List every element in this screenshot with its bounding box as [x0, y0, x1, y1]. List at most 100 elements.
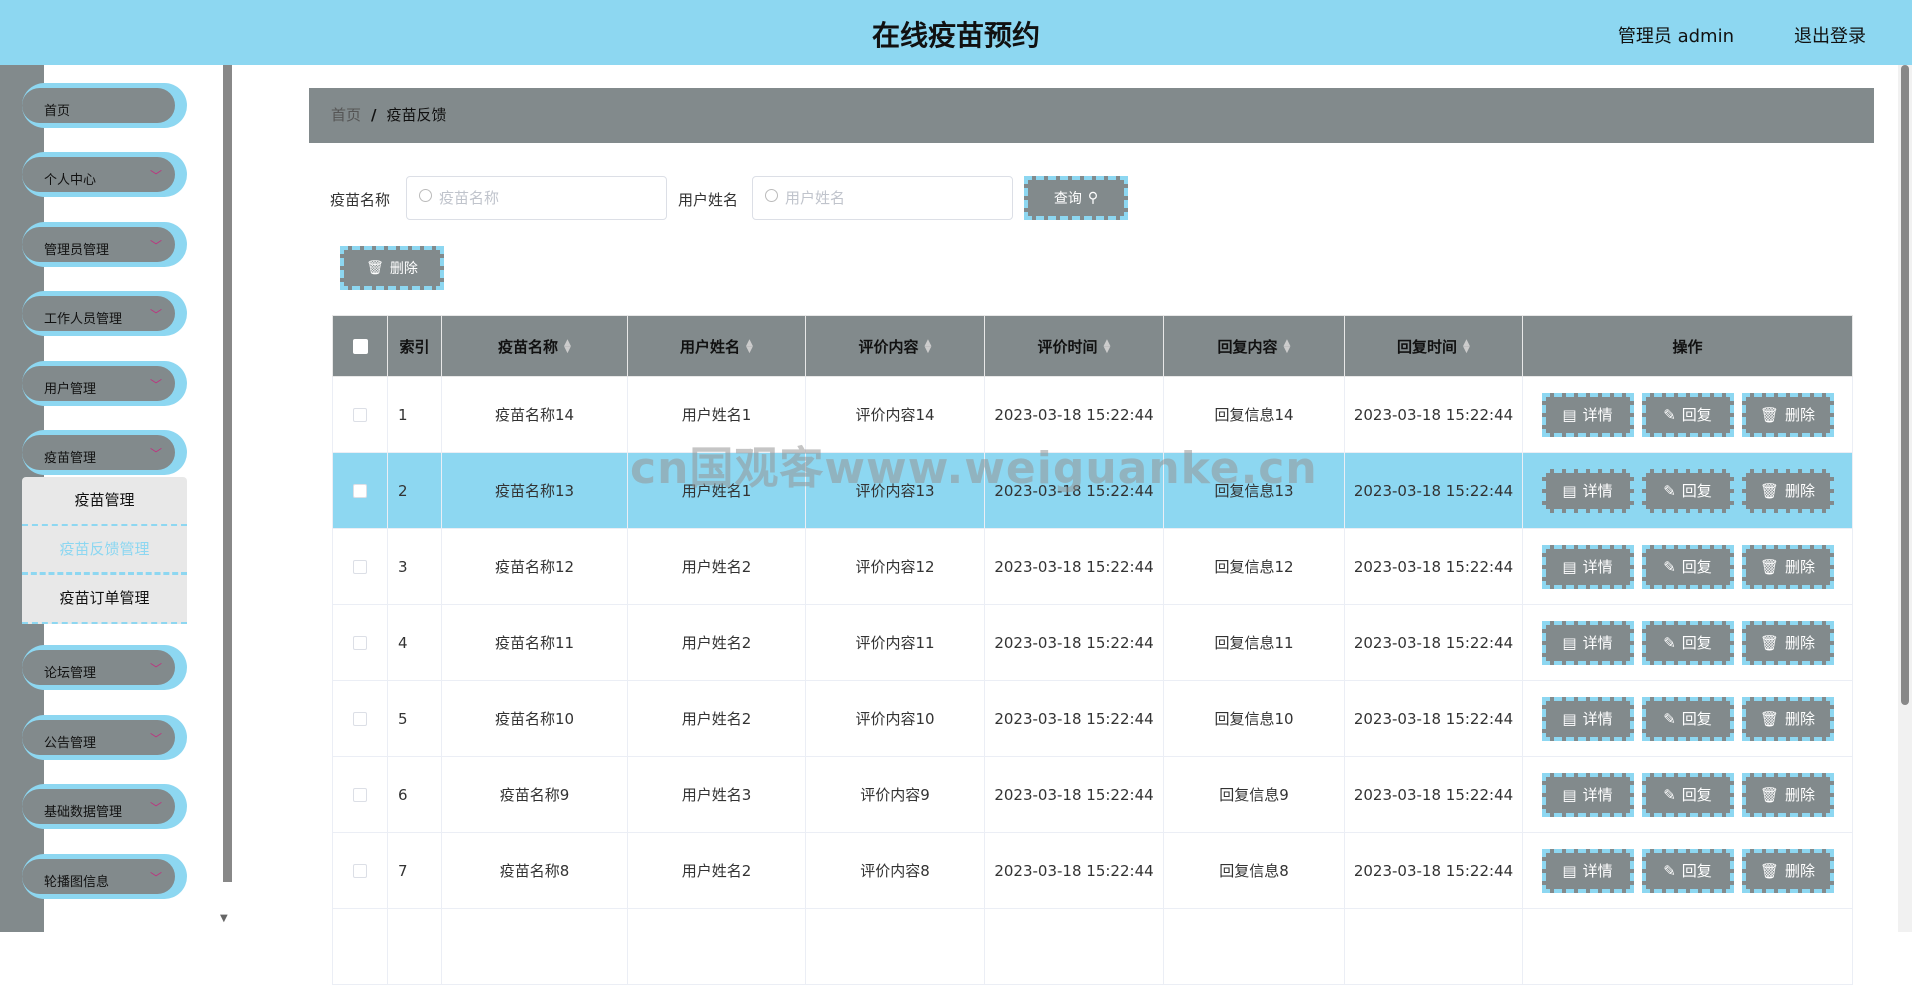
reply-button[interactable]: ✎回复: [1642, 773, 1734, 817]
detail-button[interactable]: ▤详情: [1542, 393, 1634, 437]
column-header[interactable]: 索引: [388, 316, 442, 377]
reply-button[interactable]: ✎回复: [1642, 849, 1734, 893]
row-checkbox[interactable]: [353, 408, 367, 422]
user-name-field[interactable]: [752, 176, 1013, 220]
query-button[interactable]: 查询⚲: [1024, 176, 1128, 220]
breadcrumb-current: 疫苗反馈: [387, 106, 447, 124]
sidebar-item[interactable]: 疫苗管理﹀: [22, 430, 187, 475]
breadcrumb-home[interactable]: 首页: [331, 106, 361, 124]
delete-button[interactable]: 🗑删除: [1742, 773, 1834, 817]
cell-review-time: 2023-03-18 15:22:44: [985, 681, 1164, 757]
table-row[interactable]: 7疫苗名称8用户姓名2评价内容82023-03-18 15:22:44回复信息8…: [333, 833, 1853, 909]
delete-button[interactable]: 🗑删除: [1742, 697, 1834, 741]
page-scrollbar[interactable]: [1898, 65, 1912, 932]
sidebar-item-body: 公告管理﹀: [22, 720, 175, 755]
submenu-item[interactable]: 疫苗反馈管理: [22, 526, 187, 575]
trash-icon: 🗑: [1760, 786, 1779, 804]
row-checkbox[interactable]: [353, 636, 367, 650]
table-row[interactable]: 3疫苗名称12用户姓名2评价内容122023-03-18 15:22:44回复信…: [333, 529, 1853, 605]
column-header[interactable]: 操作: [1523, 316, 1853, 377]
cell-review: 评价内容13: [806, 453, 985, 529]
reply-button[interactable]: ✎回复: [1642, 697, 1734, 741]
sidebar-item[interactable]: 论坛管理﹀: [22, 645, 187, 690]
sidebar-item[interactable]: 管理员管理﹀: [22, 222, 187, 267]
detail-button[interactable]: ▤详情: [1542, 849, 1634, 893]
sort-icon[interactable]: ▲▼: [1104, 340, 1111, 354]
reply-button[interactable]: ✎回复: [1642, 469, 1734, 513]
sort-icon[interactable]: ▲▼: [746, 340, 753, 354]
scrollbar-thumb[interactable]: [1901, 65, 1909, 705]
delete-button[interactable]: 🗑删除: [1742, 393, 1834, 437]
empty-cell: [1164, 909, 1345, 985]
sidebar-item[interactable]: 轮播图信息﹀: [22, 854, 187, 899]
delete-button[interactable]: 🗑删除: [1742, 545, 1834, 589]
column-header[interactable]: 评价内容▲▼: [806, 316, 985, 377]
column-header[interactable]: 疫苗名称▲▼: [442, 316, 628, 377]
detail-button[interactable]: ▤详情: [1542, 469, 1634, 513]
cell-reply: 回复信息8: [1164, 833, 1345, 909]
select-all-checkbox[interactable]: [353, 339, 368, 354]
column-header[interactable]: 评价时间▲▼: [985, 316, 1164, 377]
search-icon: [765, 189, 778, 202]
scroll-down-arrow-icon[interactable]: ▼: [220, 913, 228, 924]
sidebar-item[interactable]: 用户管理﹀: [22, 361, 187, 406]
sort-icon[interactable]: ▲▼: [925, 340, 932, 354]
document-icon: ▤: [1562, 558, 1576, 576]
detail-button[interactable]: ▤详情: [1542, 697, 1634, 741]
column-header[interactable]: 回复内容▲▼: [1164, 316, 1345, 377]
vaccine-name-field[interactable]: [406, 176, 667, 220]
column-header[interactable]: 用户姓名▲▼: [628, 316, 806, 377]
table-row[interactable]: 2疫苗名称13用户姓名1评价内容132023-03-18 15:22:44回复信…: [333, 453, 1853, 529]
user-name-input[interactable]: [785, 185, 1005, 211]
table-row[interactable]: 6疫苗名称9用户姓名3评价内容92023-03-18 15:22:44回复信息9…: [333, 757, 1853, 833]
detail-button[interactable]: ▤详情: [1542, 621, 1634, 665]
row-checkbox[interactable]: [353, 864, 367, 878]
sidebar-item[interactable]: 首页: [22, 83, 187, 128]
table-row[interactable]: 4疫苗名称11用户姓名2评价内容112023-03-18 15:22:44回复信…: [333, 605, 1853, 681]
sidebar-item-label: 疫苗管理: [44, 447, 96, 466]
delete-button[interactable]: 🗑删除: [1742, 469, 1834, 513]
column-header[interactable]: 回复时间▲▼: [1345, 316, 1523, 377]
sort-icon[interactable]: ▲▼: [564, 340, 571, 354]
search-icon: ⚲: [1088, 190, 1098, 206]
logout-link[interactable]: 退出登录: [1794, 22, 1866, 48]
row-checkbox[interactable]: [353, 560, 367, 574]
reply-button[interactable]: ✎回复: [1642, 621, 1734, 665]
trash-icon: 🗑: [1760, 406, 1779, 424]
submenu-item[interactable]: 疫苗订单管理: [22, 575, 187, 624]
detail-label: 详情: [1583, 404, 1613, 425]
sidebar-item[interactable]: 工作人员管理﹀: [22, 291, 187, 336]
row-checkbox[interactable]: [353, 484, 367, 498]
table-row[interactable]: [333, 909, 1853, 985]
delete-label: 删除: [1785, 708, 1815, 729]
submenu-item[interactable]: 疫苗管理: [22, 477, 187, 526]
delete-button[interactable]: 🗑删除: [1742, 849, 1834, 893]
row-actions: ▤ 详情 ✎回复🗑删除: [1523, 529, 1853, 605]
delete-button[interactable]: 🗑删除: [1742, 621, 1834, 665]
vaccine-name-input[interactable]: [439, 185, 659, 211]
feedback-table: 索引疫苗名称▲▼用户姓名▲▼评价内容▲▼评价时间▲▼回复内容▲▼回复时间▲▼操作…: [332, 315, 1853, 985]
row-checkbox[interactable]: [353, 712, 367, 726]
row-checkbox[interactable]: [353, 788, 367, 802]
sort-icon[interactable]: ▲▼: [1284, 340, 1291, 354]
batch-delete-button[interactable]: 🗑删除: [340, 246, 444, 290]
trash-icon: 🗑: [1760, 558, 1779, 576]
reply-button[interactable]: ✎回复: [1642, 393, 1734, 437]
sort-icon[interactable]: ▲▼: [1463, 340, 1470, 354]
sidebar-item-body: 疫苗管理﹀: [22, 435, 175, 470]
row-index: 7: [388, 833, 442, 909]
sidebar-item[interactable]: 基础数据管理﹀: [22, 784, 187, 829]
detail-button[interactable]: ▤ 详情: [1542, 545, 1634, 589]
reply-button[interactable]: ✎回复: [1642, 545, 1734, 589]
table-row[interactable]: 5疫苗名称10用户姓名2评价内容102023-03-18 15:22:44回复信…: [333, 681, 1853, 757]
sidebar-item-label: 用户管理: [44, 378, 96, 397]
vaccine-submenu: 疫苗管理疫苗反馈管理疫苗订单管理: [22, 477, 187, 624]
sidebar-item-body: 论坛管理﹀: [22, 650, 175, 685]
detail-label: 详情: [1583, 556, 1613, 577]
sidebar-scrollbar[interactable]: [223, 65, 232, 882]
sidebar-item[interactable]: 个人中心﹀: [22, 152, 187, 197]
detail-button[interactable]: ▤详情: [1542, 773, 1634, 817]
empty-cell: [985, 909, 1164, 985]
sidebar-item[interactable]: 公告管理﹀: [22, 715, 187, 760]
table-row[interactable]: 1疫苗名称14用户姓名1评价内容142023-03-18 15:22:44回复信…: [333, 377, 1853, 453]
